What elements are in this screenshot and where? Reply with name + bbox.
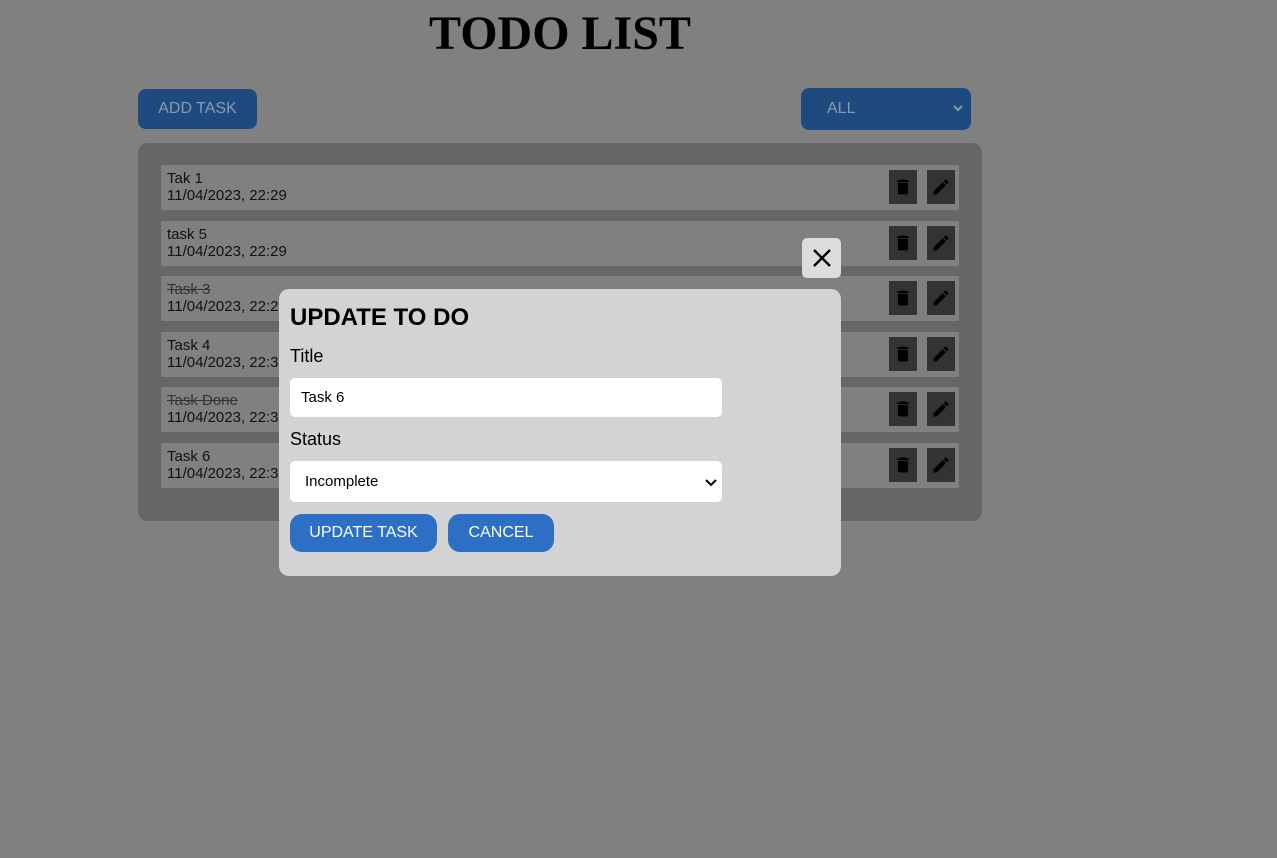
pencil-icon (933, 290, 949, 306)
chevron-down-icon (953, 105, 963, 112)
edit-task-button[interactable] (927, 170, 955, 204)
task-title: Task 3 (167, 281, 211, 298)
close-icon (812, 249, 831, 267)
trash-icon (897, 290, 909, 306)
title-input[interactable]: Task 6 (290, 378, 722, 417)
task-title: Task Done (167, 392, 238, 409)
pencil-icon (933, 235, 949, 251)
status-select[interactable]: Incomplete (290, 461, 722, 502)
trash-icon (897, 235, 909, 251)
edit-task-button[interactable] (927, 392, 955, 426)
delete-task-button[interactable] (889, 392, 917, 426)
trash-icon (897, 346, 909, 362)
task-item: Tak 1 11/04/2023, 22:29 (161, 165, 959, 210)
edit-task-button[interactable] (927, 337, 955, 371)
modal-title: UPDATE TO DO (290, 304, 470, 331)
pencil-icon (933, 457, 949, 473)
delete-task-button[interactable] (889, 448, 917, 482)
task-date: 11/04/2023, 22:29 (167, 187, 287, 204)
task-date: 11/04/2023, 22:30 (167, 409, 287, 426)
delete-task-button[interactable] (889, 281, 917, 315)
trash-icon (897, 457, 909, 473)
pencil-icon (933, 401, 949, 417)
pencil-icon (933, 179, 949, 195)
edit-task-button[interactable] (927, 226, 955, 260)
cancel-button[interactable]: CANCEL (448, 514, 554, 552)
close-modal-button[interactable] (802, 238, 841, 278)
add-task-button[interactable]: ADD TASK (138, 89, 257, 129)
status-label: Status (290, 429, 342, 449)
task-date: 11/04/2023, 22:30 (167, 465, 287, 482)
update-task-button[interactable]: UPDATE TASK (290, 514, 437, 552)
filter-selected-value: ALL (827, 100, 856, 117)
delete-task-button[interactable] (889, 170, 917, 204)
edit-task-button[interactable] (927, 281, 955, 315)
task-date: 11/04/2023, 22:29 (167, 243, 287, 260)
task-title: Task 6 (167, 448, 211, 465)
task-title: task 5 (167, 226, 208, 243)
trash-icon (897, 401, 909, 417)
filter-select[interactable]: ALL (801, 88, 971, 130)
task-date: 11/04/2023, 22:29 (167, 298, 287, 315)
delete-task-button[interactable] (889, 337, 917, 371)
edit-task-button[interactable] (927, 448, 955, 482)
task-date: 11/04/2023, 22:30 (167, 354, 287, 371)
title-input-value: Task 6 (301, 389, 345, 406)
title-label: Title (290, 346, 324, 366)
task-title: Task 4 (167, 337, 211, 354)
trash-icon (897, 179, 909, 195)
pencil-icon (933, 346, 949, 362)
update-todo-modal: UPDATE TO DO Title Task 6 Status Incompl… (279, 289, 841, 576)
chevron-down-icon (705, 479, 717, 487)
status-selected-value: Incomplete (305, 473, 379, 490)
page-title: TODO LIST (429, 7, 691, 60)
delete-task-button[interactable] (889, 226, 917, 260)
task-title: Tak 1 (167, 170, 203, 187)
